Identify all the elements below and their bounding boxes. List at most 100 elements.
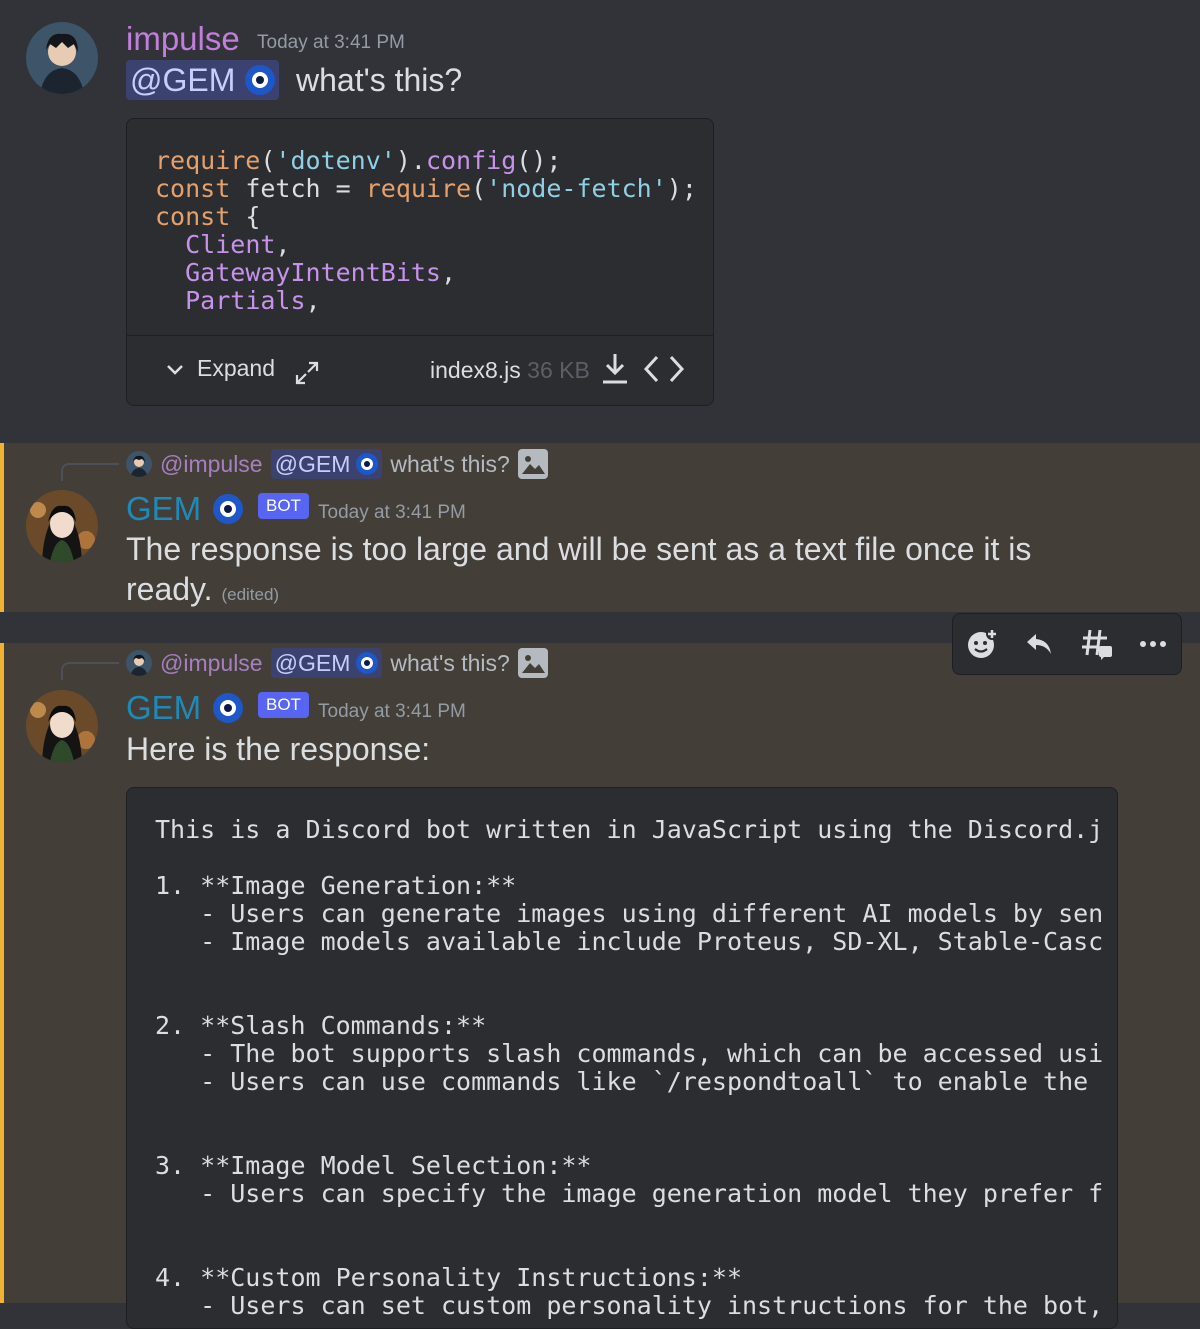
- code-token: (: [260, 146, 276, 175]
- reply-icon: [1026, 634, 1051, 654]
- file-size: 36 KB: [527, 357, 590, 383]
- more-icon: [1139, 641, 1166, 647]
- reply-author[interactable]: @impulse: [160, 451, 263, 478]
- code-token: 'node-fetch': [486, 174, 667, 203]
- text-line: - Users can use commands like `/respondt…: [155, 1067, 1103, 1096]
- code-token: {: [230, 202, 261, 231]
- code-token: require: [155, 146, 261, 175]
- code-token: (: [471, 174, 487, 203]
- code-token: Client: [185, 230, 276, 259]
- evil-eye-icon: [245, 65, 276, 95]
- text-line: - Users can generate images using differ…: [155, 899, 1103, 928]
- code-token: Partials: [185, 286, 306, 315]
- code-token: ,: [305, 286, 321, 315]
- avatar[interactable]: [26, 490, 98, 562]
- create-thread-button[interactable]: [1074, 622, 1118, 666]
- reply-author[interactable]: @impulse: [160, 650, 263, 677]
- message-hover-toolbar: [952, 613, 1182, 675]
- text-line: - The bot supports slash commands, which…: [155, 1039, 1103, 1068]
- image-icon: [517, 449, 548, 479]
- text-line: 3. **Image Model Selection:**: [155, 1151, 592, 1180]
- code-line: Partials,: [155, 286, 321, 315]
- add-reaction-button[interactable]: [960, 622, 1004, 666]
- file-attachment: require('dotenv').config(); const fetch =…: [126, 118, 714, 406]
- code-token: require: [365, 174, 472, 203]
- message-text: Here is the response:: [126, 731, 431, 767]
- bot-tag: BOT: [258, 493, 309, 519]
- timestamp: Today at 3:41 PM: [257, 32, 405, 53]
- reply-mention[interactable]: @GEM: [270, 648, 383, 678]
- reply-button[interactable]: [1017, 622, 1061, 666]
- reply-avatar: [126, 650, 152, 676]
- code-token: config: [425, 146, 517, 175]
- text-file-attachment: This is a Discord bot written in JavaScr…: [126, 787, 1118, 1329]
- reply-connector: [61, 662, 119, 680]
- download-icon[interactable]: [599, 351, 631, 387]
- text-line: - Image models available include Proteus…: [155, 927, 1103, 956]
- reply-text: what's this?: [390, 450, 510, 477]
- text-preview: This is a Discord bot written in JavaScr…: [127, 788, 1103, 1328]
- code-line: const {: [155, 203, 260, 231]
- code-token: ();: [516, 146, 562, 175]
- image-icon: [517, 648, 548, 678]
- code-token: 'dotenv': [275, 146, 396, 175]
- message-text: ready.: [126, 571, 213, 607]
- evil-eye-icon: [356, 652, 379, 674]
- mention-highlight-bar: [0, 443, 4, 612]
- reply-mention[interactable]: @GEM: [270, 449, 383, 479]
- create-thread-icon: [1081, 629, 1112, 660]
- view-code-icon[interactable]: [643, 351, 685, 387]
- mention-highlight-bar: [0, 643, 4, 1303]
- code-token: ,: [275, 230, 291, 259]
- timestamp: Today at 3:41 PM: [318, 502, 466, 523]
- reply-text: what's this?: [390, 649, 510, 676]
- code-token: ).: [395, 146, 426, 175]
- mention-gem[interactable]: @GEM: [126, 60, 280, 100]
- more-button[interactable]: [1131, 622, 1175, 666]
- code-line: const fetch = require('node-fetch');: [155, 175, 697, 203]
- message-text-line1: The response is too large and will be se…: [126, 531, 1032, 567]
- text-line: - Users can set custom personality instr…: [155, 1291, 1103, 1320]
- code-token: ,: [440, 258, 457, 287]
- code-token: fetch =: [230, 174, 366, 203]
- evil-eye-icon: [213, 494, 243, 524]
- file-info: index8.js 36 KB: [430, 357, 590, 384]
- code-line: require('dotenv').config();: [155, 147, 561, 175]
- reply-connector: [61, 463, 119, 481]
- text-line: - Users can specify the image generation…: [155, 1179, 1103, 1208]
- evil-eye-icon: [356, 453, 379, 475]
- reply-preview[interactable]: @impulse @GEM what's this?: [126, 648, 548, 678]
- file-name[interactable]: index8.js: [430, 357, 521, 383]
- text-line: 2. **Slash Commands:**: [155, 1011, 487, 1040]
- expand-label: Expand: [197, 355, 276, 381]
- author-name[interactable]: GEM: [126, 689, 201, 727]
- fullscreen-icon[interactable]: [293, 359, 321, 387]
- evil-eye-icon: [213, 693, 243, 723]
- code-token: );: [666, 174, 697, 203]
- text-line: 1. **Image Generation:**: [155, 871, 517, 900]
- message-text: what's this?: [296, 62, 463, 98]
- code-token: const: [155, 174, 231, 203]
- code-token: const: [155, 202, 231, 231]
- message-text-line2: ready. (edited): [126, 569, 279, 615]
- text-line: This is a Discord bot written in JavaScr…: [155, 815, 1103, 844]
- edited-label: (edited): [221, 585, 280, 604]
- reply-avatar: [126, 451, 152, 477]
- reply-mention-label: @GEM: [274, 451, 351, 477]
- reply-preview[interactable]: @impulse @GEM what's this?: [126, 449, 548, 479]
- timestamp: Today at 3:41 PM: [318, 701, 466, 722]
- expand-button[interactable]: Expand: [163, 355, 275, 382]
- reply-mention-label: @GEM: [274, 650, 351, 676]
- code-token: GatewayIntentBits: [185, 258, 441, 287]
- avatar[interactable]: [26, 22, 98, 94]
- avatar[interactable]: [26, 690, 98, 762]
- code-line: GatewayIntentBits,: [155, 259, 456, 287]
- author-name[interactable]: impulse: [126, 20, 240, 58]
- author-name[interactable]: GEM: [126, 490, 201, 528]
- add-reaction-icon: [967, 628, 998, 658]
- bot-tag: BOT: [258, 692, 309, 718]
- text-line: 4. **Custom Personality Instructions:**: [155, 1263, 742, 1292]
